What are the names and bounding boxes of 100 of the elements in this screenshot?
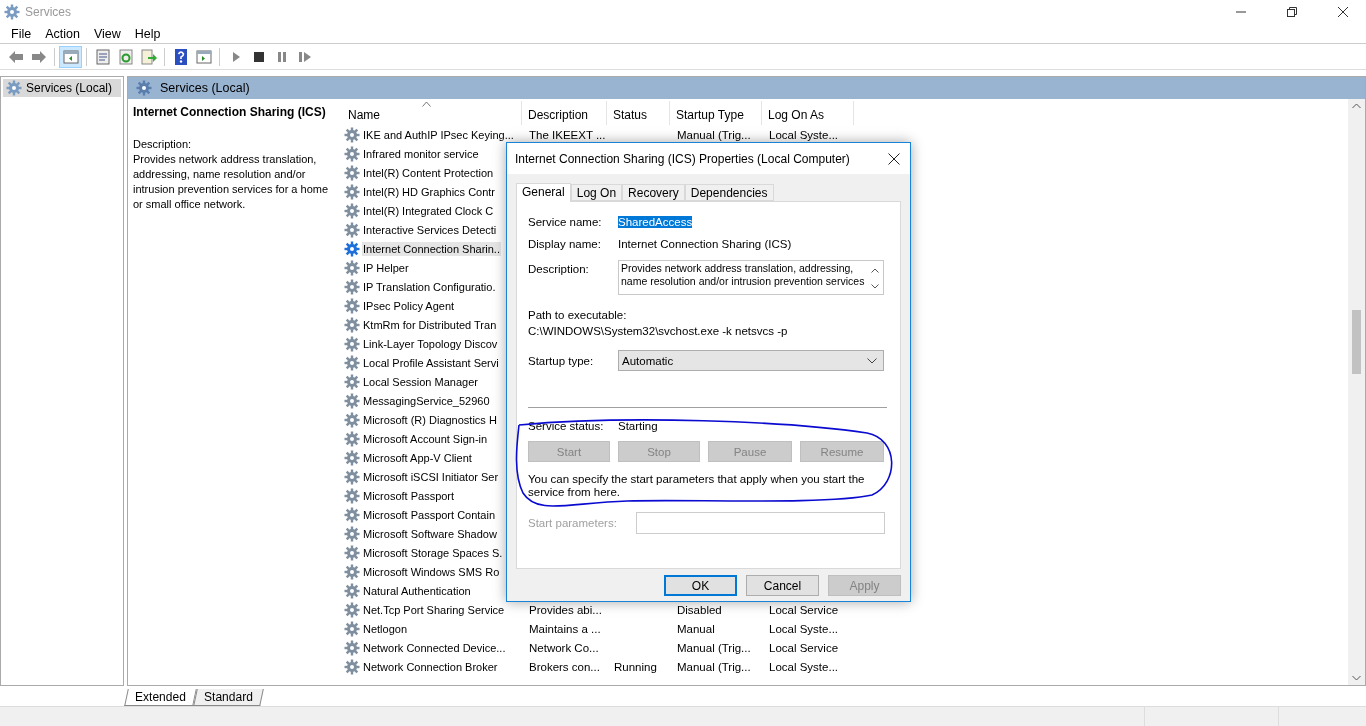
scrollbar-thumb[interactable]: [1352, 310, 1361, 374]
gear-icon: [344, 354, 360, 371]
table-cell-text: Brokers con...: [528, 660, 601, 673]
restore-icon[interactable]: [1287, 7, 1297, 17]
service-name[interactable]: Microsoft Passport: [362, 488, 456, 503]
gear-icon: [344, 468, 360, 485]
forward-arrow-icon[interactable]: [30, 48, 47, 65]
service-name[interactable]: Microsoft iSCSI Initiator Ser: [362, 469, 500, 484]
service-name[interactable]: Microsoft Storage Spaces S.: [362, 545, 504, 560]
service-name[interactable]: Interactive Services Detecti: [362, 222, 498, 237]
column-header[interactable]: Log On As: [762, 101, 854, 125]
service-name[interactable]: Link-Layer Topology Discov: [362, 336, 499, 351]
export-list-icon[interactable]: [140, 48, 157, 65]
close-icon[interactable]: [888, 152, 900, 165]
gear-icon: [344, 373, 360, 390]
service-name[interactable]: Natural Authentication: [362, 583, 472, 598]
service-name[interactable]: Net.Tcp Port Sharing Service: [362, 602, 506, 617]
dialog-tab[interactable]: Dependencies: [684, 184, 774, 201]
service-name[interactable]: Intel(R) HD Graphics Contr: [362, 184, 497, 199]
gear-icon: [344, 430, 360, 447]
window-title: Services: [25, 5, 72, 19]
menu-item[interactable]: View: [86, 26, 128, 41]
gear-icon: [344, 487, 360, 504]
menu-item[interactable]: Action: [38, 26, 87, 41]
service-name[interactable]: Microsoft App-V Client: [362, 450, 473, 465]
window-panel-icon[interactable]: [195, 48, 212, 65]
gear-icon: [344, 297, 360, 314]
field-label: Display name:: [528, 238, 602, 250]
column-header[interactable]: Name: [342, 101, 522, 125]
gear-icon: [344, 658, 360, 675]
gear-icon: [344, 392, 360, 409]
service-name[interactable]: MessagingService_52960: [362, 393, 491, 408]
refresh-icon[interactable]: [117, 48, 134, 65]
scroll-up-icon[interactable]: [871, 267, 879, 273]
field-label: Service status:: [528, 420, 605, 432]
field-label: Service name:: [528, 216, 603, 228]
gear-icon: [344, 620, 360, 637]
view-tab[interactable]: Standard: [192, 689, 264, 706]
description-label: Description:: [133, 137, 193, 152]
service-name[interactable]: Local Session Manager: [362, 374, 479, 389]
dialog-tab[interactable]: Recovery: [622, 184, 685, 201]
services-gear-icon: [4, 4, 20, 20]
service-name[interactable]: KtmRm for Distributed Tran: [362, 317, 498, 332]
menu-item[interactable]: Help: [127, 26, 168, 41]
view-tab[interactable]: Extended: [124, 689, 197, 706]
service-name[interactable]: IPsec Policy Agent: [362, 298, 456, 313]
field-label: Start parameters:: [528, 517, 618, 529]
gear-icon: [344, 582, 360, 599]
gear-icon: [344, 183, 360, 200]
service-name[interactable]: Intel(R) Integrated Clock C: [362, 203, 495, 218]
service-name[interactable]: IP Helper: [362, 260, 410, 275]
gear-icon: [344, 639, 360, 656]
gear-icon: [344, 240, 360, 257]
dialog-tab[interactable]: Log On: [570, 184, 623, 201]
service-name[interactable]: Microsoft Software Shadow: [362, 526, 498, 541]
service-name[interactable]: IP Translation Configuratio.: [362, 279, 497, 294]
service-name[interactable]: Microsoft Account Sign-in: [362, 431, 489, 446]
service-name[interactable]: Network Connected Device...: [362, 640, 507, 655]
scroll-down-icon[interactable]: [871, 283, 879, 289]
service-name[interactable]: Netlogon: [362, 621, 409, 636]
menu-item[interactable]: File: [4, 26, 39, 41]
service-status-value: Starting: [618, 420, 658, 432]
service-name[interactable]: IKE and AuthIP IPsec Keying...: [362, 127, 515, 142]
column-header[interactable]: Description: [522, 101, 607, 125]
table-cell-text: Local Service: [768, 641, 840, 654]
scrollbar[interactable]: [1348, 99, 1365, 685]
column-header[interactable]: Startup Type: [670, 101, 762, 125]
help-icon[interactable]: [172, 48, 189, 65]
gear-icon: [344, 506, 360, 523]
tree-item[interactable]: Services (Local): [3, 79, 121, 97]
service-name[interactable]: Network Connection Broker: [362, 659, 499, 674]
service-name[interactable]: Infrared monitor service: [362, 146, 480, 161]
field-label: Description:: [528, 263, 590, 275]
gear-icon: [344, 449, 360, 466]
startup-type-dropdown[interactable]: Automatic: [618, 350, 884, 371]
tree-item-label: Services (Local): [26, 81, 113, 95]
service-name-value[interactable]: SharedAccess: [618, 216, 693, 228]
description-text: Provides network address translation, addressing, name resolution and/or intrusion prevention services for a home or small office network.: [133, 152, 330, 212]
service-name[interactable]: Intel(R) Content Protection: [362, 165, 495, 180]
table-cell-text: Running: [613, 660, 658, 673]
table-cell-text: The IKEEXT ...: [528, 128, 607, 141]
gear-icon: [344, 145, 360, 162]
dialog-button[interactable]: OK: [664, 575, 737, 596]
gear-icon: [6, 80, 22, 96]
table-cell-text: Maintains a ...: [528, 622, 602, 635]
properties-icon[interactable]: [94, 48, 111, 65]
service-name[interactable]: Microsoft Passport Contain: [362, 507, 497, 522]
service-name[interactable]: Internet Connection Sharin..: [362, 241, 501, 256]
table-cell-text: Network Co...: [528, 641, 600, 654]
column-header[interactable]: Status: [607, 101, 670, 125]
service-name[interactable]: Local Profile Assistant Servi: [362, 355, 500, 370]
service-name[interactable]: Microsoft (R) Diagnostics H: [362, 412, 498, 427]
panel-toggle-icon[interactable]: [62, 48, 79, 65]
dialog-button[interactable]: Cancel: [746, 575, 819, 596]
service-name[interactable]: Microsoft Windows SMS Ro: [362, 564, 501, 579]
close-icon[interactable]: [1338, 7, 1348, 17]
path-label: Path to executable:: [528, 308, 628, 322]
description-box[interactable]: Provides network address translation, addressing, name resolution and/or intrusion prevention services: [618, 260, 884, 295]
dialog-tab[interactable]: General: [516, 183, 571, 202]
table-cell-text: Local Syste...: [768, 622, 840, 635]
